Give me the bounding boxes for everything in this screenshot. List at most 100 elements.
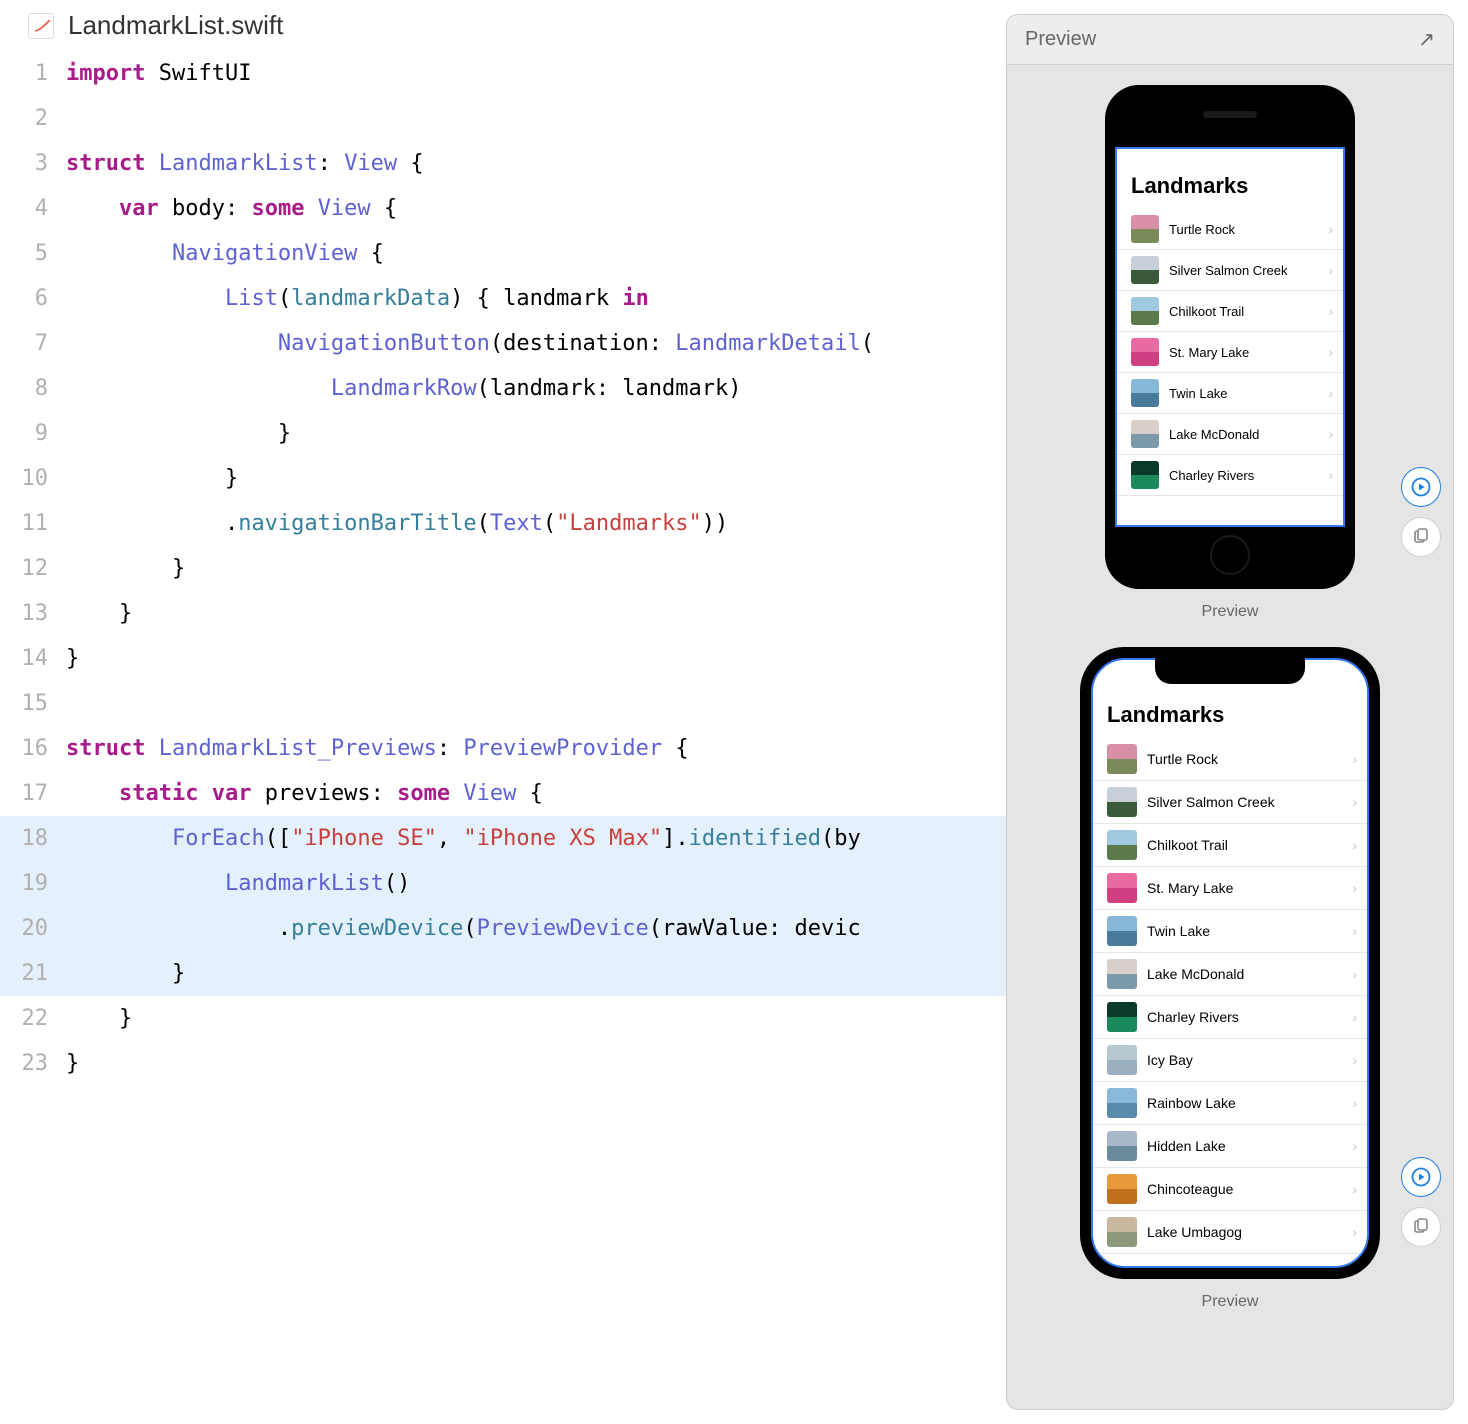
code-content[interactable]: struct LandmarkList: View {: [66, 141, 1006, 186]
chevron-right-icon: ›: [1352, 923, 1357, 939]
code-line[interactable]: 1import SwiftUI: [0, 51, 1006, 96]
landmark-thumbnail: [1131, 379, 1159, 407]
code-area[interactable]: 1import SwiftUI23struct LandmarkList: Vi…: [0, 51, 1006, 1424]
preview-body: Landmarks Turtle Rock›Silver Salmon Cree…: [1007, 65, 1453, 1409]
duplicate-icon: [1412, 528, 1430, 546]
code-content[interactable]: }: [66, 951, 1006, 996]
code-line[interactable]: 23}: [0, 1041, 1006, 1086]
code-line[interactable]: 22 }: [0, 996, 1006, 1041]
code-content[interactable]: struct LandmarkList_Previews: PreviewPro…: [66, 726, 1006, 771]
landmark-name: Turtle Rock: [1169, 222, 1318, 237]
code-line[interactable]: 17 static var previews: some View {: [0, 771, 1006, 816]
chevron-right-icon: ›: [1352, 1224, 1357, 1240]
list-row[interactable]: Charley Rivers›: [1093, 996, 1367, 1039]
line-number: 5: [0, 231, 66, 276]
code-content[interactable]: [66, 681, 1006, 726]
live-preview-button[interactable]: [1401, 1157, 1441, 1197]
duplicate-preview-button[interactable]: [1401, 517, 1441, 557]
list-row[interactable]: Rainbow Lake›: [1093, 1082, 1367, 1125]
landmark-thumbnail: [1107, 744, 1137, 774]
device-screen[interactable]: Landmarks Turtle Rock›Silver Salmon Cree…: [1091, 658, 1369, 1268]
code-line[interactable]: 21 }: [0, 951, 1006, 996]
duplicate-preview-button[interactable]: [1401, 1207, 1441, 1247]
code-line[interactable]: 18 ForEach(["iPhone SE", "iPhone XS Max"…: [0, 816, 1006, 861]
code-line[interactable]: 9 }: [0, 411, 1006, 456]
code-content[interactable]: static var previews: some View {: [66, 771, 1006, 816]
code-line[interactable]: 12 }: [0, 546, 1006, 591]
landmark-thumbnail: [1131, 256, 1159, 284]
list-row[interactable]: Charley Rivers›: [1117, 455, 1343, 496]
chevron-right-icon: ›: [1352, 794, 1357, 810]
preview-caption: Preview: [1021, 603, 1439, 621]
code-line[interactable]: 10 }: [0, 456, 1006, 501]
code-content[interactable]: .navigationBarTitle(Text("Landmarks")): [66, 501, 1006, 546]
list-row[interactable]: Hidden Lake›: [1093, 1125, 1367, 1168]
device-screen[interactable]: Landmarks Turtle Rock›Silver Salmon Cree…: [1115, 147, 1345, 527]
chevron-right-icon: ›: [1352, 880, 1357, 896]
code-line[interactable]: 16struct LandmarkList_Previews: PreviewP…: [0, 726, 1006, 771]
list-row[interactable]: St. Mary Lake›: [1117, 332, 1343, 373]
code-line[interactable]: 6 List(landmarkData) { landmark in: [0, 276, 1006, 321]
code-content[interactable]: }: [66, 591, 1006, 636]
landmark-name: Charley Rivers: [1147, 1009, 1342, 1025]
landmark-name: Rainbow Lake: [1147, 1095, 1342, 1111]
line-number: 16: [0, 726, 66, 771]
list-row[interactable]: Silver Salmon Creek›: [1117, 250, 1343, 291]
code-content[interactable]: ForEach(["iPhone SE", "iPhone XS Max"].i…: [66, 816, 1006, 861]
list-row[interactable]: Twin Lake ›: [1117, 373, 1343, 414]
code-content[interactable]: }: [66, 996, 1006, 1041]
live-preview-button[interactable]: [1401, 467, 1441, 507]
list-row[interactable]: Chilkoot Trail›: [1093, 824, 1367, 867]
code-content[interactable]: LandmarkRow(landmark: landmark): [66, 366, 1006, 411]
code-content[interactable]: import SwiftUI: [66, 51, 1006, 96]
code-content[interactable]: }: [66, 1041, 1006, 1086]
code-content[interactable]: NavigationView {: [66, 231, 1006, 276]
line-number: 20: [0, 906, 66, 951]
code-content[interactable]: }: [66, 456, 1006, 501]
device-notch: [1155, 658, 1305, 684]
code-content[interactable]: List(landmarkData) { landmark in: [66, 276, 1006, 321]
code-line[interactable]: 20 .previewDevice(PreviewDevice(rawValue…: [0, 906, 1006, 951]
landmark-name: Silver Salmon Creek: [1147, 794, 1342, 810]
code-line[interactable]: 5 NavigationView {: [0, 231, 1006, 276]
chevron-right-icon: ›: [1328, 385, 1333, 401]
code-content[interactable]: .previewDevice(PreviewDevice(rawValue: d…: [66, 906, 1006, 951]
code-content[interactable]: LandmarkList(): [66, 861, 1006, 906]
list-row[interactable]: Twin Lake›: [1093, 910, 1367, 953]
code-content[interactable]: }: [66, 636, 1006, 681]
list-row[interactable]: Lake McDonald›: [1117, 414, 1343, 455]
code-line[interactable]: 7 NavigationButton(destination: Landmark…: [0, 321, 1006, 366]
code-content[interactable]: var body: some View {: [66, 186, 1006, 231]
landmark-name: Twin Lake: [1169, 386, 1318, 401]
preview-caption: Preview: [1021, 1293, 1439, 1311]
list-row[interactable]: Turtle Rock›: [1093, 738, 1367, 781]
list-row[interactable]: Silver Salmon Creek ›: [1093, 781, 1367, 824]
chevron-right-icon: ›: [1352, 837, 1357, 853]
code-content[interactable]: }: [66, 546, 1006, 591]
list-row[interactable]: Lake McDonald›: [1093, 953, 1367, 996]
swift-file-icon: ୵: [28, 13, 54, 39]
code-line[interactable]: 19 LandmarkList(): [0, 861, 1006, 906]
list-row[interactable]: Turtle Rock›: [1117, 209, 1343, 250]
code-line[interactable]: 2: [0, 96, 1006, 141]
list-row[interactable]: Chincoteague›: [1093, 1168, 1367, 1211]
line-number: 17: [0, 771, 66, 816]
code-line[interactable]: 13 }: [0, 591, 1006, 636]
list-row[interactable]: St. Mary Lake›: [1093, 867, 1367, 910]
code-content[interactable]: NavigationButton(destination: LandmarkDe…: [66, 321, 1006, 366]
list-row[interactable]: Icy Bay›: [1093, 1039, 1367, 1082]
code-line[interactable]: 11 .navigationBarTitle(Text("Landmarks")…: [0, 501, 1006, 546]
code-content[interactable]: [66, 96, 1006, 141]
landmark-thumbnail: [1107, 1131, 1137, 1161]
code-line[interactable]: 3struct LandmarkList: View {: [0, 141, 1006, 186]
list-row[interactable]: Chilkoot Trail›: [1117, 291, 1343, 332]
line-number: 7: [0, 321, 66, 366]
code-content[interactable]: }: [66, 411, 1006, 456]
code-line[interactable]: 4 var body: some View {: [0, 186, 1006, 231]
code-line[interactable]: 14}: [0, 636, 1006, 681]
preview-popout-icon[interactable]: ↗: [1418, 27, 1435, 52]
list-row[interactable]: Lake Umbagog›: [1093, 1211, 1367, 1254]
nav-title: Landmarks: [1117, 149, 1343, 209]
code-line[interactable]: 15: [0, 681, 1006, 726]
code-line[interactable]: 8 LandmarkRow(landmark: landmark): [0, 366, 1006, 411]
